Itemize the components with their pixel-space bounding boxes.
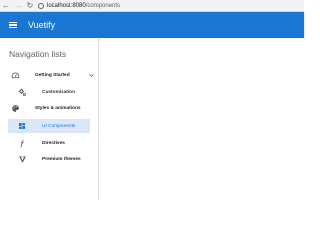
nav-item-ui-components[interactable]: UI Components	[0, 119, 99, 133]
arrow-right-icon: →	[14, 0, 22, 10]
browser-toolbar: ← → ↻ localhost:8080/components	[0, 0, 304, 12]
nav-item-customization[interactable]: Customization	[0, 85, 99, 99]
app-title: Vuetify	[28, 20, 56, 30]
nav-item-premium-themes[interactable]: Premium themes	[0, 152, 99, 166]
chevron-down-icon[interactable]	[87, 71, 95, 79]
forward-button[interactable]: →	[12, 0, 24, 12]
nav-item-label: Styles & animations	[35, 105, 81, 111]
vuetify-logo-icon	[17, 154, 27, 164]
nav-item-styles-animations[interactable]: Styles & animations	[0, 101, 99, 115]
nav-item-label: UI Components	[42, 123, 76, 129]
main-content	[100, 38, 304, 200]
address-bar[interactable]: localhost:8080/components	[38, 2, 120, 9]
reload-button[interactable]: ↻	[24, 0, 36, 12]
back-button[interactable]: ←	[0, 0, 12, 12]
speedometer-icon	[10, 70, 20, 80]
url-text[interactable]: localhost:8080/components	[47, 3, 120, 9]
nav-item-label: Getting Started	[35, 72, 70, 78]
arrow-left-icon: ←	[2, 0, 10, 10]
info-icon[interactable]	[38, 2, 44, 9]
function-icon	[17, 138, 27, 148]
hamburger-menu-icon[interactable]	[4, 16, 22, 34]
nav-item-label: Customization	[42, 89, 76, 95]
reload-icon: ↻	[26, 0, 34, 10]
nav-item-directives[interactable]: Directives	[0, 136, 99, 150]
app-bar: Vuetify	[0, 12, 304, 38]
palette-icon	[10, 103, 20, 113]
drawer-heading: Navigation lists	[9, 49, 67, 59]
nav-item-label: Premium themes	[42, 156, 81, 162]
url-host: localhost:8080	[47, 2, 86, 9]
nav-item-getting-started[interactable]: Getting Started	[0, 68, 99, 82]
navigation-drawer: Navigation lists Getting Started Customi…	[0, 38, 99, 200]
cogs-icon	[17, 87, 27, 97]
view-dashboard-icon	[17, 121, 27, 131]
nav-item-label: Directives	[42, 140, 65, 146]
url-path: /components	[85, 2, 121, 9]
